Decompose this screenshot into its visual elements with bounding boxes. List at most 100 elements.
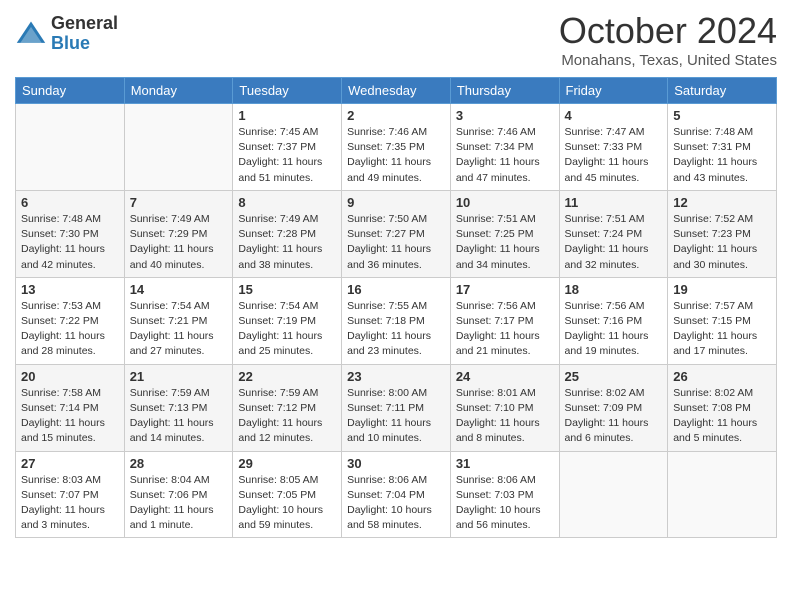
day-number: 31	[456, 456, 554, 471]
day-info: Sunrise: 7:48 AMSunset: 7:30 PMDaylight:…	[21, 213, 105, 271]
weekday-header-sunday: Sunday	[16, 78, 125, 104]
logo-general: General	[51, 14, 118, 34]
month-year-title: October 2024	[559, 10, 777, 52]
calendar-week-row: 20 Sunrise: 7:58 AMSunset: 7:14 PMDayligh…	[16, 364, 777, 451]
day-info: Sunrise: 7:50 AMSunset: 7:27 PMDaylight:…	[347, 213, 431, 271]
weekday-header-friday: Friday	[559, 78, 668, 104]
day-info: Sunrise: 7:57 AMSunset: 7:15 PMDaylight:…	[673, 300, 757, 358]
weekday-header-wednesday: Wednesday	[342, 78, 451, 104]
day-info: Sunrise: 8:06 AMSunset: 7:03 PMDaylight:…	[456, 474, 541, 532]
day-number: 17	[456, 282, 554, 297]
page-header: General Blue October 2024 Monahans, Texa…	[15, 10, 777, 69]
calendar-cell: 29Sunrise: 8:05 AMSunset: 7:05 PMDayligh…	[233, 451, 342, 538]
calendar-cell: 24 Sunrise: 8:01 AMSunset: 7:10 PMDayligh…	[450, 364, 559, 451]
day-number: 15	[238, 282, 336, 297]
calendar-cell: 20 Sunrise: 7:58 AMSunset: 7:14 PMDayligh…	[16, 364, 125, 451]
day-number: 30	[347, 456, 445, 471]
day-info: Sunrise: 7:52 AMSunset: 7:23 PMDaylight:…	[673, 213, 757, 271]
day-number: 3	[456, 108, 554, 123]
calendar-cell: 13 Sunrise: 7:53 AMSunset: 7:22 PMDayligh…	[16, 277, 125, 364]
day-info: Sunrise: 8:00 AMSunset: 7:11 PMDaylight:…	[347, 387, 431, 445]
day-number: 1	[238, 108, 336, 123]
day-info: Sunrise: 8:03 AMSunset: 7:07 PMDaylight:…	[21, 474, 105, 532]
day-number: 14	[130, 282, 228, 297]
calendar-body: 1 Sunrise: 7:45 AMSunset: 7:37 PMDaylight…	[16, 104, 777, 538]
calendar-cell: 31 Sunrise: 8:06 AMSunset: 7:03 PMDayligh…	[450, 451, 559, 538]
calendar-week-row: 1 Sunrise: 7:45 AMSunset: 7:37 PMDaylight…	[16, 104, 777, 191]
calendar-cell	[16, 104, 125, 191]
day-info: Sunrise: 7:54 AMSunset: 7:21 PMDaylight:…	[130, 300, 214, 358]
day-info: Sunrise: 7:47 AMSunset: 7:33 PMDaylight:…	[565, 126, 649, 184]
calendar-cell: 28 Sunrise: 8:04 AMSunset: 7:06 PMDayligh…	[124, 451, 233, 538]
day-info: Sunrise: 8:02 AMSunset: 7:09 PMDaylight:…	[565, 387, 649, 445]
day-info: Sunrise: 7:46 AMSunset: 7:34 PMDaylight:…	[456, 126, 540, 184]
day-number: 16	[347, 282, 445, 297]
calendar-week-row: 6 Sunrise: 7:48 AMSunset: 7:30 PMDaylight…	[16, 190, 777, 277]
day-number: 19	[673, 282, 771, 297]
calendar-cell: 11Sunrise: 7:51 AMSunset: 7:24 PMDayligh…	[559, 190, 668, 277]
logo: General Blue	[15, 14, 118, 54]
day-number: 18	[565, 282, 663, 297]
calendar-cell: 2Sunrise: 7:46 AMSunset: 7:35 PMDaylight…	[342, 104, 451, 191]
day-number: 9	[347, 195, 445, 210]
logo-blue: Blue	[51, 34, 118, 54]
weekday-header-row: SundayMondayTuesdayWednesdayThursdayFrid…	[16, 78, 777, 104]
weekday-header-saturday: Saturday	[668, 78, 777, 104]
calendar-cell: 21 Sunrise: 7:59 AMSunset: 7:13 PMDayligh…	[124, 364, 233, 451]
calendar-week-row: 27 Sunrise: 8:03 AMSunset: 7:07 PMDayligh…	[16, 451, 777, 538]
calendar-cell	[668, 451, 777, 538]
calendar-cell: 22 Sunrise: 7:59 AMSunset: 7:12 PMDayligh…	[233, 364, 342, 451]
day-info: Sunrise: 7:59 AMSunset: 7:12 PMDaylight:…	[238, 387, 322, 445]
calendar-cell: 27 Sunrise: 8:03 AMSunset: 7:07 PMDayligh…	[16, 451, 125, 538]
day-info: Sunrise: 7:58 AMSunset: 7:14 PMDaylight:…	[21, 387, 105, 445]
day-info: Sunrise: 8:01 AMSunset: 7:10 PMDaylight:…	[456, 387, 540, 445]
day-number: 4	[565, 108, 663, 123]
day-number: 6	[21, 195, 119, 210]
day-number: 12	[673, 195, 771, 210]
day-info: Sunrise: 8:06 AMSunset: 7:04 PMDaylight:…	[347, 474, 432, 532]
calendar-cell: 14 Sunrise: 7:54 AMSunset: 7:21 PMDayligh…	[124, 277, 233, 364]
day-number: 20	[21, 369, 119, 384]
day-number: 24	[456, 369, 554, 384]
day-info: Sunrise: 8:05 AMSunset: 7:05 PMDaylight:…	[238, 474, 323, 532]
calendar-cell: 9 Sunrise: 7:50 AMSunset: 7:27 PMDaylight…	[342, 190, 451, 277]
day-number: 13	[21, 282, 119, 297]
day-info: Sunrise: 7:56 AMSunset: 7:17 PMDaylight:…	[456, 300, 540, 358]
calendar-cell: 16Sunrise: 7:55 AMSunset: 7:18 PMDayligh…	[342, 277, 451, 364]
calendar-cell: 19 Sunrise: 7:57 AMSunset: 7:15 PMDayligh…	[668, 277, 777, 364]
day-info: Sunrise: 7:53 AMSunset: 7:22 PMDaylight:…	[21, 300, 105, 358]
calendar-cell: 30 Sunrise: 8:06 AMSunset: 7:04 PMDayligh…	[342, 451, 451, 538]
calendar-cell: 26 Sunrise: 8:02 AMSunset: 7:08 PMDayligh…	[668, 364, 777, 451]
calendar-table: SundayMondayTuesdayWednesdayThursdayFrid…	[15, 77, 777, 538]
calendar-cell: 7Sunrise: 7:49 AMSunset: 7:29 PMDaylight…	[124, 190, 233, 277]
calendar-cell: 15Sunrise: 7:54 AMSunset: 7:19 PMDayligh…	[233, 277, 342, 364]
logo-text: General Blue	[51, 14, 118, 54]
calendar-cell: 3 Sunrise: 7:46 AMSunset: 7:34 PMDaylight…	[450, 104, 559, 191]
day-info: Sunrise: 7:51 AMSunset: 7:25 PMDaylight:…	[456, 213, 540, 271]
day-info: Sunrise: 7:45 AMSunset: 7:37 PMDaylight:…	[238, 126, 322, 184]
logo-icon	[15, 18, 47, 50]
day-info: Sunrise: 7:49 AMSunset: 7:28 PMDaylight:…	[238, 213, 322, 271]
calendar-cell: 23 Sunrise: 8:00 AMSunset: 7:11 PMDayligh…	[342, 364, 451, 451]
day-info: Sunrise: 7:59 AMSunset: 7:13 PMDaylight:…	[130, 387, 214, 445]
day-number: 22	[238, 369, 336, 384]
calendar-cell: 5Sunrise: 7:48 AMSunset: 7:31 PMDaylight…	[668, 104, 777, 191]
calendar-header: SundayMondayTuesdayWednesdayThursdayFrid…	[16, 78, 777, 104]
day-number: 27	[21, 456, 119, 471]
day-info: Sunrise: 8:04 AMSunset: 7:06 PMDaylight:…	[130, 474, 214, 532]
calendar-cell: 25Sunrise: 8:02 AMSunset: 7:09 PMDayligh…	[559, 364, 668, 451]
day-info: Sunrise: 8:02 AMSunset: 7:08 PMDaylight:…	[673, 387, 757, 445]
title-block: October 2024 Monahans, Texas, United Sta…	[559, 10, 777, 69]
day-number: 5	[673, 108, 771, 123]
day-info: Sunrise: 7:51 AMSunset: 7:24 PMDaylight:…	[565, 213, 649, 271]
day-info: Sunrise: 7:49 AMSunset: 7:29 PMDaylight:…	[130, 213, 214, 271]
day-number: 21	[130, 369, 228, 384]
day-info: Sunrise: 7:56 AMSunset: 7:16 PMDaylight:…	[565, 300, 649, 358]
day-number: 26	[673, 369, 771, 384]
weekday-header-monday: Monday	[124, 78, 233, 104]
day-number: 8	[238, 195, 336, 210]
calendar-cell: 18 Sunrise: 7:56 AMSunset: 7:16 PMDayligh…	[559, 277, 668, 364]
day-number: 23	[347, 369, 445, 384]
weekday-header-tuesday: Tuesday	[233, 78, 342, 104]
day-number: 28	[130, 456, 228, 471]
